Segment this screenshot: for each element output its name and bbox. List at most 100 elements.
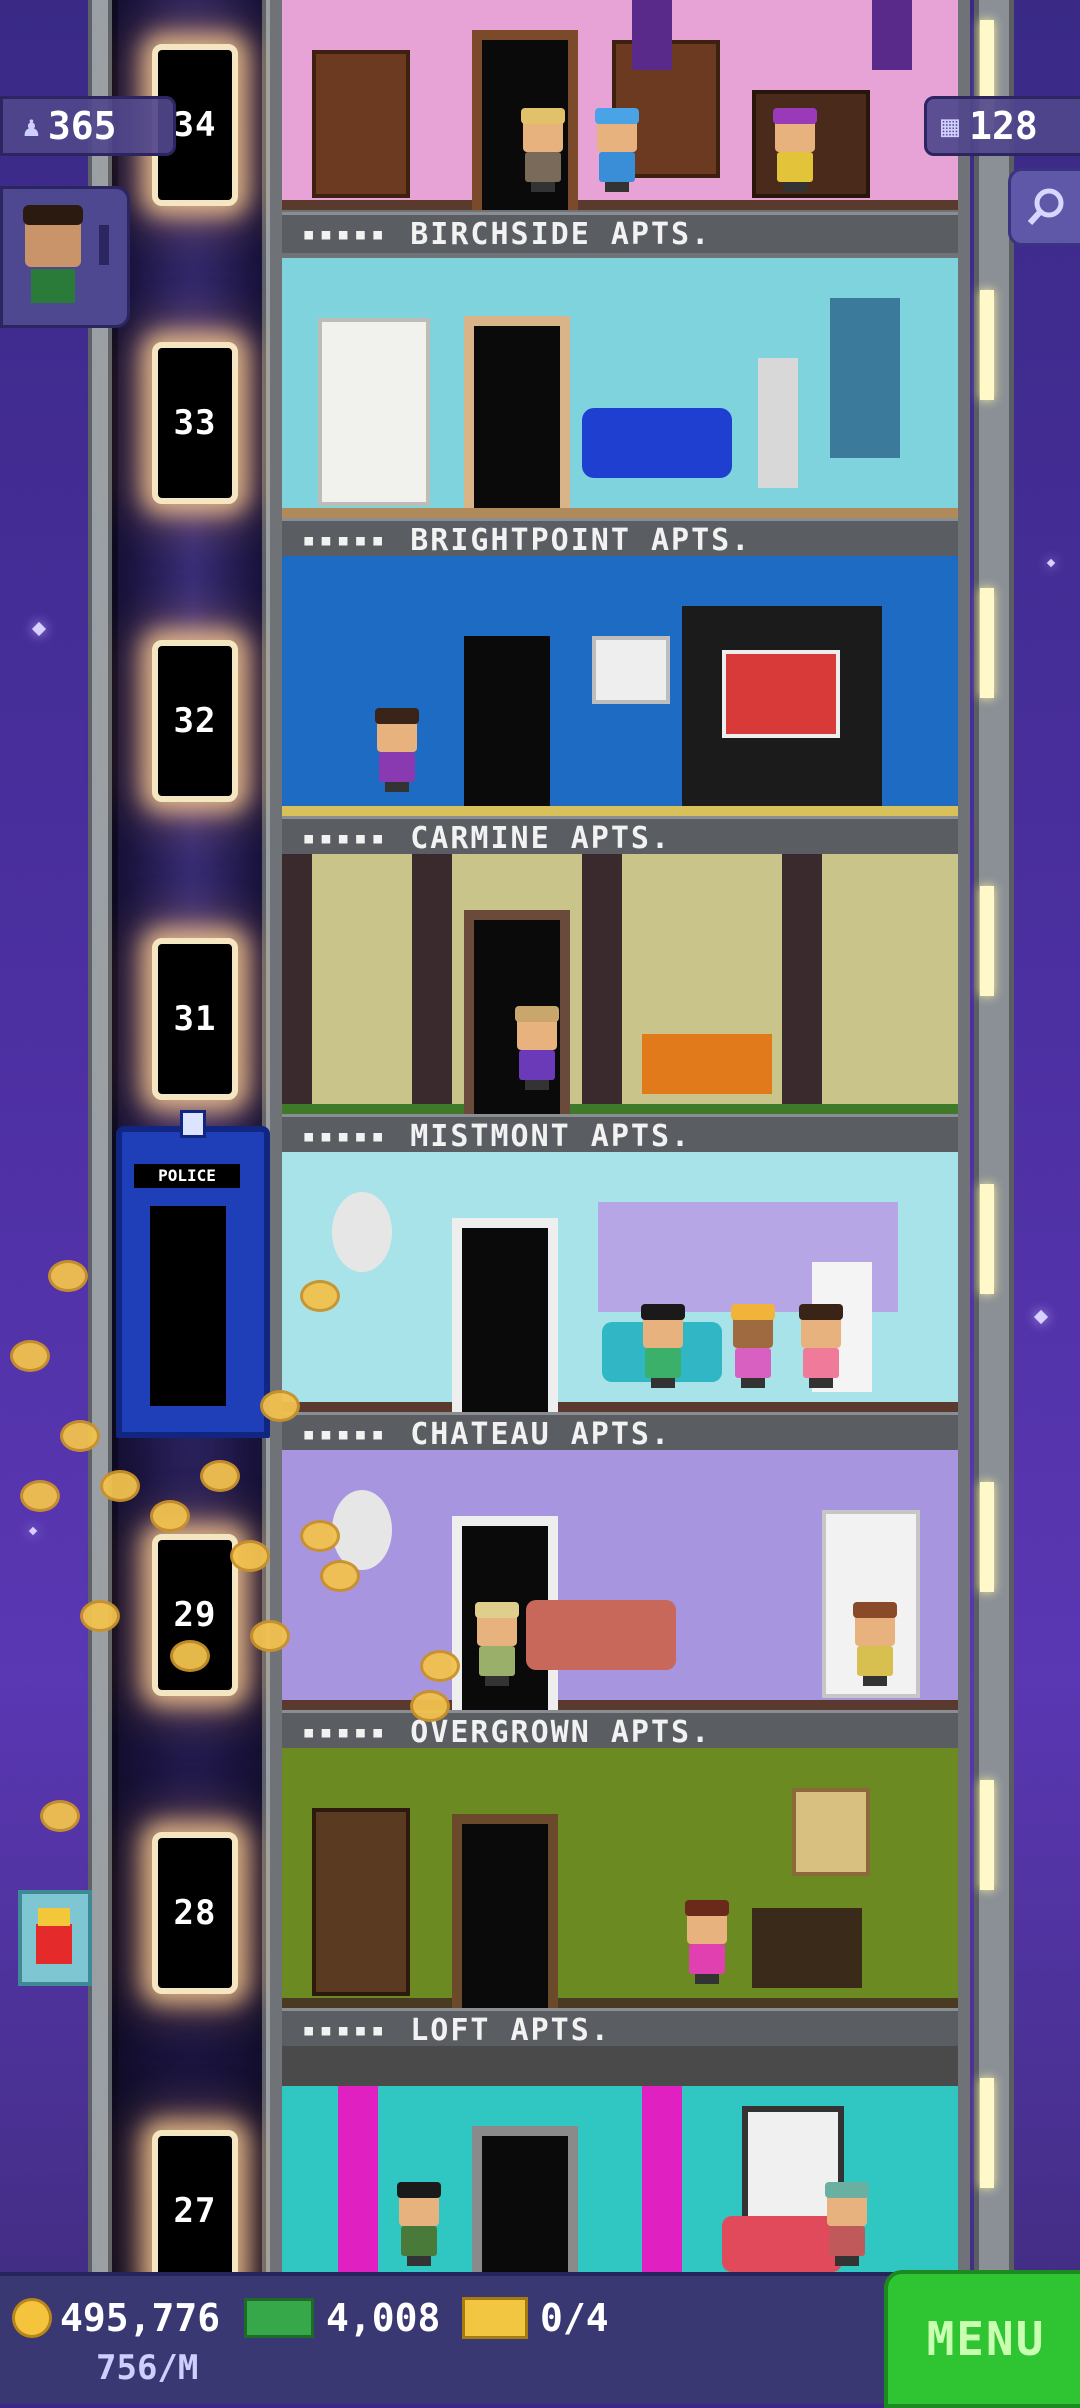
resident[interactable] bbox=[472, 1602, 522, 1686]
resident[interactable] bbox=[372, 708, 422, 792]
elevator-stop-28[interactable]: 28 bbox=[152, 1832, 238, 1994]
side-window bbox=[980, 886, 994, 996]
banner bbox=[872, 0, 912, 70]
floor-ground bbox=[282, 200, 958, 210]
floor-name: OVERGROWN APTS. bbox=[410, 1714, 712, 1749]
resident-legs bbox=[605, 182, 629, 192]
avatar[interactable] bbox=[0, 186, 130, 328]
window-shutter bbox=[830, 298, 900, 458]
resident[interactable] bbox=[728, 1304, 778, 1388]
floor-33[interactable]: ▪▪▪▪▪ BRIGHTPOINT APTS. bbox=[282, 258, 958, 556]
resident-body bbox=[645, 1348, 681, 1378]
resident-hair bbox=[521, 108, 565, 124]
floor-name: CHATEAU APTS. bbox=[410, 1416, 672, 1451]
side-window bbox=[980, 588, 994, 698]
coin-icon bbox=[300, 1520, 340, 1552]
elevator-stop-27[interactable]: 27 bbox=[152, 2130, 238, 2292]
occupancy-dots-icon: ▪▪▪▪▪ bbox=[302, 1123, 389, 1149]
resident[interactable] bbox=[394, 2182, 444, 2266]
resident-body bbox=[379, 752, 415, 782]
tower: ▪▪▪▪▪ BIRCHSIDE APTS. ▪▪▪▪▪ BRIGHTPOINT AP… bbox=[270, 0, 970, 2272]
side-window bbox=[980, 1184, 994, 1294]
resident-legs bbox=[741, 1378, 765, 1388]
resident[interactable] bbox=[638, 1304, 688, 1388]
star-icon bbox=[28, 1526, 38, 1536]
tv-screen bbox=[722, 650, 840, 738]
resident-legs bbox=[695, 1974, 719, 1984]
occupancy-dots-icon: ▪▪▪▪▪ bbox=[302, 527, 389, 553]
population-icon: ♟ bbox=[23, 109, 40, 143]
elevator-car-police-box[interactable]: POLICE bbox=[116, 1110, 270, 1438]
pink-curtain bbox=[338, 2086, 378, 2272]
floor-30[interactable]: ▪▪▪▪▪ CHATEAU APTS. bbox=[282, 1152, 958, 1450]
bux-stat[interactable]: 4,008 bbox=[244, 2296, 440, 2340]
floor-label: ▪▪▪▪▪ LOFT APTS. bbox=[282, 2008, 958, 2046]
elevator-car-door bbox=[150, 1206, 226, 1406]
coin-icon bbox=[20, 1480, 60, 1512]
floor-label: ▪▪▪▪▪ CHATEAU APTS. bbox=[282, 1412, 958, 1450]
elevator-stop-31[interactable]: 31 bbox=[152, 938, 238, 1100]
resident-hair bbox=[397, 2182, 441, 2198]
doorway bbox=[452, 1814, 558, 2008]
doorway bbox=[464, 636, 550, 806]
elevator-stop-29[interactable]: 29 bbox=[152, 1534, 238, 1696]
resident-body bbox=[401, 2226, 437, 2256]
resident-legs bbox=[809, 1378, 833, 1388]
resident-legs bbox=[531, 182, 555, 192]
blue-sofa bbox=[582, 408, 732, 478]
fries-event-button[interactable] bbox=[18, 1890, 92, 1986]
floor-32[interactable]: ▪▪▪▪▪ CARMINE APTS. bbox=[282, 556, 958, 854]
elevator-floor-number: 32 bbox=[173, 701, 217, 741]
occupancy-dots-icon: ▪▪▪▪▪ bbox=[302, 2017, 389, 2043]
occupancy-dots-icon: ▪▪▪▪▪ bbox=[302, 221, 389, 247]
pillar bbox=[282, 854, 312, 1104]
coin-icon bbox=[60, 1420, 100, 1452]
resident-hair bbox=[773, 108, 817, 124]
search-button[interactable] bbox=[1008, 168, 1080, 246]
coins-stat[interactable]: 495,776 bbox=[12, 2296, 220, 2340]
elevator-floor-number: 27 bbox=[173, 2191, 217, 2231]
resident-legs bbox=[525, 1080, 549, 1090]
pillar bbox=[412, 854, 452, 1104]
coin-icon bbox=[12, 2298, 52, 2338]
resident[interactable] bbox=[512, 1006, 562, 1090]
floor-ground bbox=[282, 1402, 958, 1412]
floor-27[interactable] bbox=[282, 2046, 958, 2272]
elevator-stop-32[interactable]: 32 bbox=[152, 640, 238, 802]
coin-icon bbox=[260, 1390, 300, 1422]
resident[interactable] bbox=[682, 1900, 732, 1984]
floor-34[interactable]: ▪▪▪▪▪ BIRCHSIDE APTS. bbox=[282, 0, 958, 258]
banner bbox=[632, 0, 672, 70]
resident[interactable] bbox=[592, 108, 642, 192]
occupancy-dots-icon: ▪▪▪▪▪ bbox=[302, 1719, 389, 1745]
star-icon bbox=[31, 621, 47, 637]
floor-29[interactable]: ▪▪▪▪▪ OVERGROWN APTS. bbox=[282, 1450, 958, 1748]
ticket-icon bbox=[462, 2297, 528, 2339]
floor-counter[interactable]: ▦ 128 bbox=[924, 96, 1080, 156]
resident[interactable] bbox=[518, 108, 568, 192]
population-counter[interactable]: ♟ 365 bbox=[0, 96, 176, 156]
wall-mirror bbox=[332, 1490, 392, 1570]
floor-label: ▪▪▪▪▪ CARMINE APTS. bbox=[282, 816, 958, 854]
resident-hair bbox=[825, 2182, 869, 2198]
resident[interactable] bbox=[850, 1602, 900, 1686]
red-sofa bbox=[526, 1600, 676, 1670]
resident-legs bbox=[783, 182, 807, 192]
bux-icon bbox=[244, 2298, 314, 2338]
resident[interactable] bbox=[770, 108, 820, 192]
tickets-stat[interactable]: 0/4 bbox=[462, 2296, 609, 2340]
pink-curtain bbox=[642, 2086, 682, 2272]
floor-31[interactable]: ▪▪▪▪▪ MISTMONT APTS. bbox=[282, 854, 958, 1152]
resident[interactable] bbox=[796, 1304, 846, 1388]
police-sign: POLICE bbox=[134, 1164, 240, 1188]
floor-name: BIRCHSIDE APTS. bbox=[410, 216, 712, 252]
elevator-stop-33[interactable]: 33 bbox=[152, 342, 238, 504]
resident[interactable] bbox=[822, 2182, 872, 2266]
resident-legs bbox=[485, 1676, 509, 1686]
floor-name: MISTMONT APTS. bbox=[410, 1118, 692, 1153]
floor-name: CARMINE APTS. bbox=[410, 820, 672, 855]
menu-button[interactable]: MENU bbox=[884, 2270, 1080, 2408]
resident-legs bbox=[385, 782, 409, 792]
floor-28[interactable]: ▪▪▪▪▪ LOFT APTS. bbox=[282, 1748, 958, 2046]
elevator-floor-number: 33 bbox=[173, 403, 217, 443]
